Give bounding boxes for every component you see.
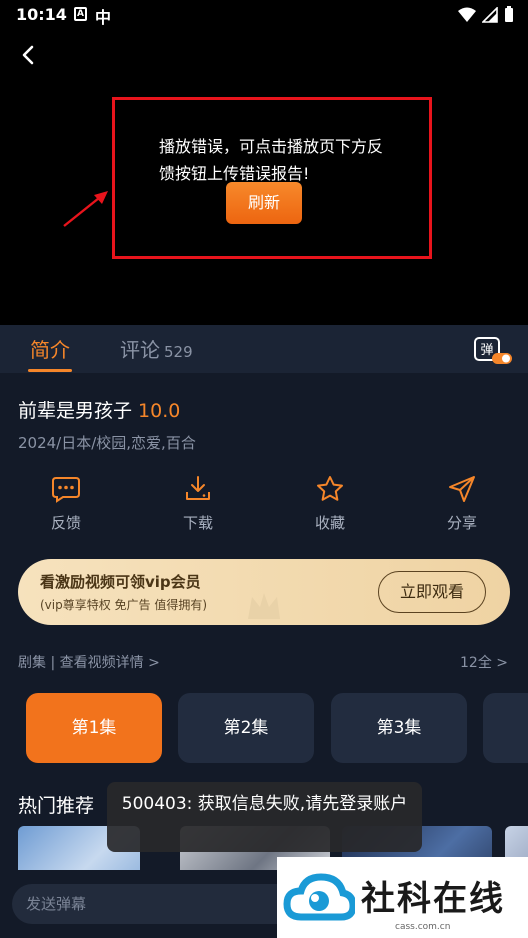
battery-icon (505, 6, 513, 22)
annotation-arrow-icon (63, 191, 108, 227)
comments-count: 529 (164, 343, 193, 361)
download-icon (186, 476, 210, 500)
cloud-logo-icon (283, 873, 355, 921)
share-label: 分享 (446, 514, 477, 532)
status-time: 10:14 (16, 5, 67, 24)
watermark-logo: 社科在线 cass.com.cn (277, 857, 528, 938)
wifi-icon (458, 7, 476, 22)
error-toast: 500403: 获取信息失败,请先登录账户 (107, 782, 422, 852)
download-button[interactable]: 下载 (158, 474, 238, 533)
favorite-label: 收藏 (314, 514, 345, 532)
refresh-button[interactable]: 刷新 (226, 182, 302, 224)
download-label: 下载 (182, 514, 213, 532)
a-icon: A (74, 7, 87, 21)
episodes-total[interactable]: 12全 > (460, 652, 508, 672)
episode-2-button[interactable]: 第2集 (178, 693, 314, 763)
share-button[interactable]: 分享 (422, 474, 502, 533)
episode-1-button[interactable]: 第1集 (26, 693, 162, 763)
tab-indicator (28, 369, 72, 372)
episode-3-button[interactable]: 第3集 (331, 693, 467, 763)
feedback-label: 反馈 (50, 514, 81, 532)
action-row: 反馈 下载 收藏 分享 (0, 474, 528, 544)
send-icon (449, 476, 475, 502)
chat-bubble-icon (52, 477, 80, 503)
signal-icon (482, 6, 498, 23)
vip-banner[interactable]: 看激励视频可领vip会员 (vip尊享特权 免广告 值得拥有) 立即观看 (18, 559, 510, 625)
vip-title: 看激励视频可领vip会员 (40, 573, 201, 591)
recommend-title: 热门推荐 (18, 795, 95, 817)
danmaku-input[interactable]: 发送弹幕 (12, 884, 312, 924)
watch-now-button[interactable]: 立即观看 (378, 571, 486, 613)
video-meta: 2024/日本/校园,恋爱,百合 (18, 434, 196, 452)
sim-icon: 中 (95, 8, 112, 27)
watermark-subtext: cass.com.cn (395, 922, 451, 932)
crown-icon (248, 593, 280, 619)
error-message: 播放错误，可点击播放页下方反馈按钮上传错误报告! (159, 137, 384, 183)
video-title: 前辈是男孩子 (18, 400, 133, 422)
episodes-header[interactable]: 剧集 | 查看视频详情 > (18, 652, 160, 672)
danmaku-toggle-icon[interactable]: 弹 (474, 337, 512, 365)
tab-bar: 简介 评论 529 弹 (0, 325, 528, 373)
favorite-button[interactable]: 收藏 (290, 474, 370, 533)
error-highlight-box: 播放错误，可点击播放页下方反馈按钮上传错误报告! 刷新 (112, 97, 432, 259)
status-icons (458, 6, 514, 23)
watermark-text: 社科在线 (361, 879, 505, 919)
star-icon (317, 476, 343, 501)
tab-comments-label: 评论 (120, 338, 160, 362)
video-player[interactable]: 10:14 A 中 播放错误，可点击播放页下方反馈按钮上传错误报告! 刷新 (0, 0, 528, 325)
vip-subtitle: (vip尊享特权 免广告 值得拥有) (40, 598, 208, 612)
tab-comments[interactable]: 评论 529 (120, 334, 193, 363)
back-arrow-icon[interactable] (18, 44, 40, 66)
video-title-row: 前辈是男孩子 10.0 (18, 396, 180, 423)
video-score: 10.0 (138, 400, 181, 422)
status-bar: 10:14 A 中 (0, 0, 528, 30)
danmaku-toggle-label: 弹 (480, 343, 493, 358)
feedback-button[interactable]: 反馈 (26, 474, 106, 533)
tab-intro[interactable]: 简介 (30, 334, 70, 363)
episode-next-button[interactable] (483, 693, 528, 763)
